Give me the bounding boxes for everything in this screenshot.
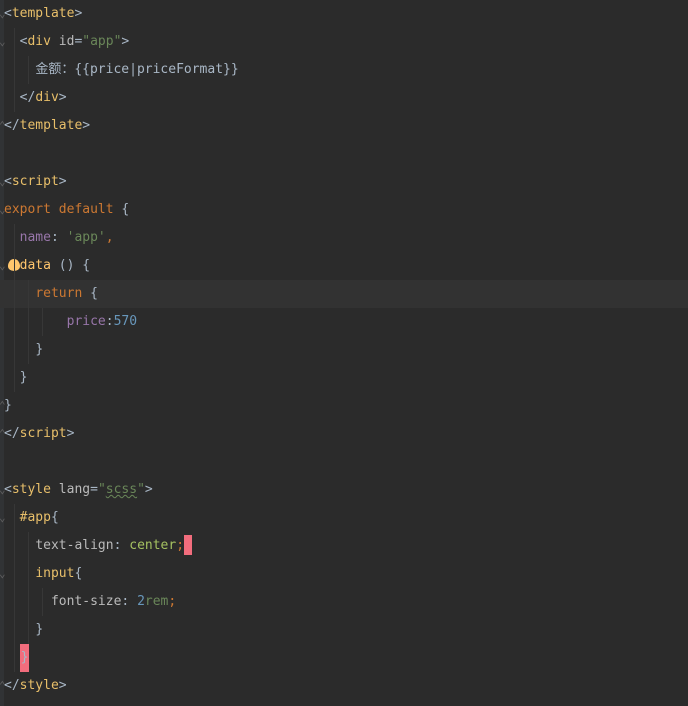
code-line[interactable]: ⌄ #app{ <box>0 504 688 532</box>
code-line[interactable]: </div> <box>0 84 688 112</box>
code-line[interactable]: ⌄<template> <box>0 0 688 28</box>
code-line[interactable]: ⌄ input{ <box>0 560 688 588</box>
css-center: center <box>129 538 176 553</box>
text-expr: {{price|priceFormat}} <box>74 62 238 77</box>
prop-name: name <box>20 230 51 245</box>
code-line[interactable] <box>0 448 688 476</box>
code-line[interactable]: ⌃</script> <box>0 420 688 448</box>
sel-input: input <box>35 566 74 581</box>
code-line[interactable] <box>0 140 688 168</box>
code-line[interactable]: ⌃} <box>0 392 688 420</box>
attr-lang: lang <box>59 482 90 497</box>
code-line[interactable]: } <box>0 336 688 364</box>
attr-val-scss: scss <box>106 482 137 497</box>
code-line[interactable]: text-align: center; <box>0 532 688 560</box>
attr-val-app: app <box>90 34 113 49</box>
cursor <box>184 535 192 555</box>
tag-template-close: template <box>20 118 83 133</box>
code-line[interactable]: ⌄<style lang="scss"> <box>0 476 688 504</box>
code-line[interactable]: ⌃</style> <box>0 672 688 700</box>
tag-div-close: div <box>35 90 58 105</box>
tag-div: div <box>27 34 50 49</box>
code-line[interactable]: } <box>0 616 688 644</box>
num-570: 570 <box>114 314 137 329</box>
kw-export: export <box>4 202 59 217</box>
error-brace: } <box>20 644 30 672</box>
tag-template: template <box>12 6 75 21</box>
code-line[interactable]: name: 'app', <box>0 224 688 252</box>
css-text-align: text-align <box>35 538 113 553</box>
code-line[interactable]: } <box>0 644 688 672</box>
text-label: 金额： <box>35 62 74 77</box>
string-app: 'app' <box>67 230 106 245</box>
code-line[interactable]: ⌄<script> <box>0 168 688 196</box>
css-2: 2 <box>137 594 145 609</box>
tag-style: style <box>12 482 51 497</box>
code-line[interactable]: ⌄export default { <box>0 196 688 224</box>
code-line[interactable]: ⌄ data () { <box>0 252 688 280</box>
code-line[interactable]: font-size: 2rem; <box>0 588 688 616</box>
kw-return: return <box>35 286 90 301</box>
code-line-active[interactable]: return { <box>0 280 688 308</box>
tag-script-close: script <box>20 426 67 441</box>
code-line[interactable]: ⌃</template> <box>0 112 688 140</box>
prop-price: price <box>67 314 106 329</box>
css-rem: rem <box>145 594 168 609</box>
code-line[interactable]: ⌄ <div id="app"> <box>0 28 688 56</box>
params: () <box>59 258 75 273</box>
css-font-size: font-size <box>51 594 121 609</box>
tag-style-close: style <box>20 678 59 693</box>
code-line[interactable]: } <box>0 364 688 392</box>
sel-app: #app <box>20 510 51 525</box>
fn-data: data <box>20 258 51 273</box>
code-editor[interactable]: ⌄<template> ⌄ <div id="app"> 金额：{{price|… <box>0 0 688 706</box>
kw-default: default <box>59 202 122 217</box>
code-line[interactable]: 金额：{{price|priceFormat}} <box>0 56 688 84</box>
attr-id: id <box>59 34 75 49</box>
code-line[interactable]: price:570 <box>0 308 688 336</box>
tag-script: script <box>12 174 59 189</box>
